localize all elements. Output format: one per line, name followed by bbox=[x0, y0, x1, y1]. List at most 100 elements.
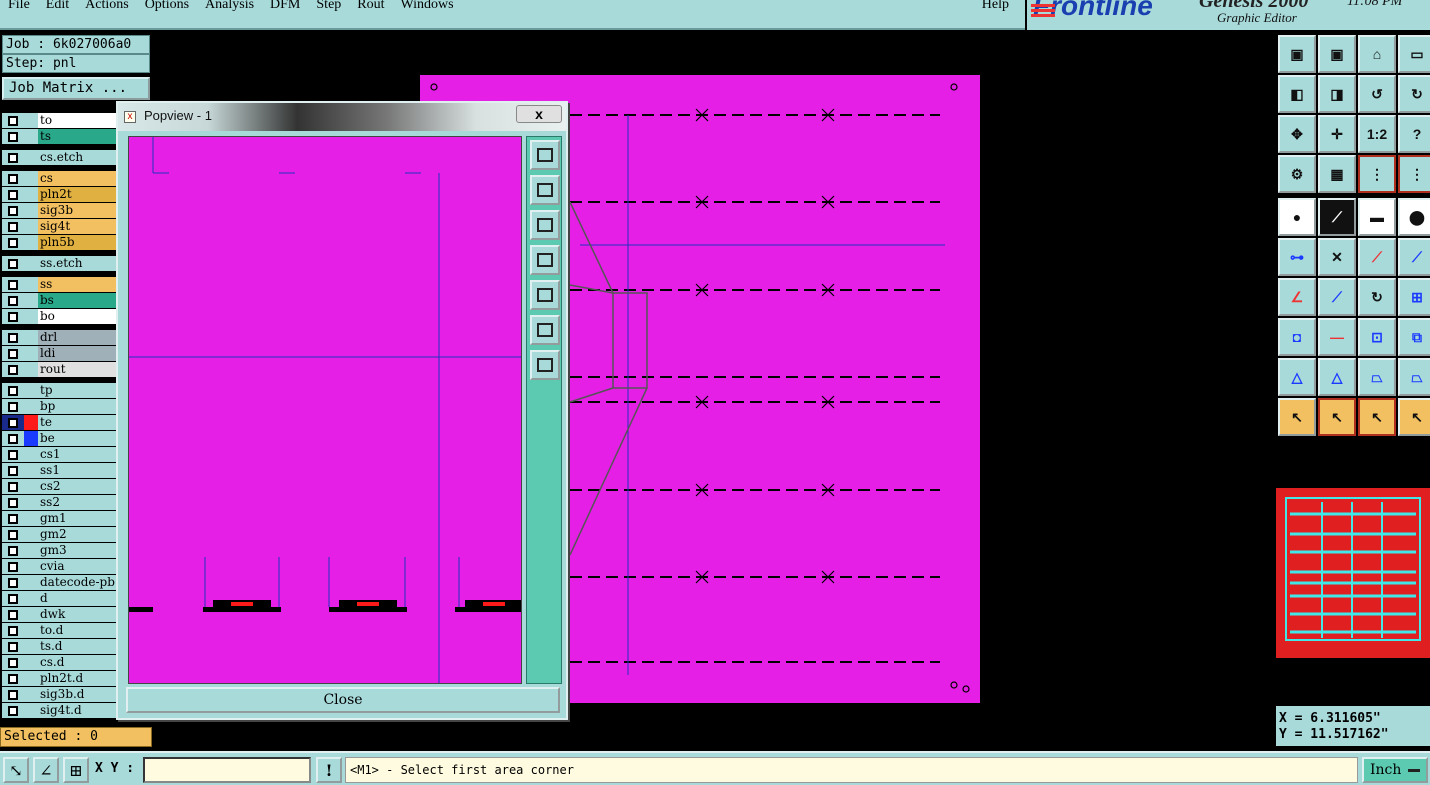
trapezoid-2-icon[interactable]: ⏢ bbox=[1398, 358, 1430, 396]
units-select[interactable]: Inch bbox=[1362, 757, 1428, 783]
pv-pan-up-icon[interactable] bbox=[530, 175, 560, 205]
connect-icon[interactable]: ⊶ bbox=[1278, 238, 1316, 276]
layer-checkbox[interactable] bbox=[2, 256, 24, 271]
layer-checkbox[interactable] bbox=[2, 277, 24, 292]
add-surface-icon[interactable]: ⬤ bbox=[1398, 198, 1430, 236]
select-box-icon[interactable]: ↖ bbox=[1318, 398, 1356, 436]
pv-zoom-window-icon[interactable] bbox=[530, 140, 560, 170]
zoom-center-icon[interactable]: ✛ bbox=[1318, 115, 1356, 153]
layers-toggle-icon[interactable]: ⋮ bbox=[1358, 155, 1396, 193]
settings-icon[interactable]: ⚙ bbox=[1278, 155, 1316, 193]
resize-icon[interactable]: ⊡ bbox=[1358, 318, 1396, 356]
layer-checkbox[interactable] bbox=[2, 235, 24, 250]
layer-checkbox[interactable] bbox=[2, 527, 24, 542]
layer-checkbox[interactable] bbox=[2, 703, 24, 718]
pan-left-icon[interactable]: ◧ bbox=[1278, 75, 1316, 113]
layer-checkbox[interactable] bbox=[2, 591, 24, 606]
layer-checkbox[interactable] bbox=[2, 219, 24, 234]
menu-help[interactable]: Help bbox=[974, 0, 1025, 14]
pv-pan-left-icon[interactable] bbox=[530, 245, 560, 275]
close-window-button[interactable]: x bbox=[516, 105, 562, 123]
layer-checkbox[interactable] bbox=[2, 383, 24, 398]
pan-up-icon[interactable]: ▣ bbox=[1278, 35, 1316, 73]
overview-map[interactable] bbox=[1276, 488, 1430, 658]
job-matrix-button[interactable]: Job Matrix ... bbox=[2, 77, 150, 100]
layer-checkbox[interactable] bbox=[2, 495, 24, 510]
pv-pan-right-icon[interactable] bbox=[530, 280, 560, 310]
layer-checkbox[interactable] bbox=[2, 623, 24, 638]
layer-checkbox[interactable] bbox=[2, 399, 24, 414]
snap-icon[interactable]: ◘ bbox=[1278, 318, 1316, 356]
layer-checkbox[interactable] bbox=[2, 187, 24, 202]
layer-checkbox[interactable] bbox=[2, 431, 24, 446]
xy-input[interactable] bbox=[143, 757, 311, 783]
layer-checkbox[interactable] bbox=[2, 655, 24, 670]
menu-dfm[interactable]: DFM bbox=[262, 0, 308, 14]
triangle-icon[interactable]: △ bbox=[1278, 358, 1316, 396]
transform-icon[interactable]: ⧉ bbox=[1398, 318, 1430, 356]
menu-actions[interactable]: Actions bbox=[77, 0, 137, 14]
layer-checkbox[interactable] bbox=[2, 415, 24, 430]
layer-checkbox[interactable] bbox=[2, 362, 24, 377]
pan-right-icon[interactable]: ◨ bbox=[1318, 75, 1356, 113]
pv-zoom-fit-icon[interactable] bbox=[530, 315, 560, 345]
select-net-icon[interactable]: ↖ bbox=[1398, 398, 1430, 436]
angle-mode-icon[interactable]: ∠ bbox=[33, 757, 59, 783]
menu-file[interactable]: File bbox=[0, 0, 38, 14]
redo-zoom-icon[interactable]: ↻ bbox=[1398, 75, 1430, 113]
alert-button[interactable]: ! bbox=[316, 757, 342, 783]
layer-checkbox[interactable] bbox=[2, 203, 24, 218]
add-line-icon[interactable]: ⟋ bbox=[1318, 198, 1356, 236]
pv-zoom-in-icon[interactable] bbox=[530, 350, 560, 380]
layer-checkbox[interactable] bbox=[2, 575, 24, 590]
layer-checkbox[interactable] bbox=[2, 330, 24, 345]
layer-checkbox[interactable] bbox=[2, 671, 24, 686]
layer-checkbox[interactable] bbox=[2, 129, 24, 144]
layer-checkbox[interactable] bbox=[2, 639, 24, 654]
menu-analysis[interactable]: Analysis bbox=[197, 0, 262, 14]
popview-titlebar[interactable]: x Popview - 1 x bbox=[118, 103, 566, 131]
layer-checkbox[interactable] bbox=[2, 543, 24, 558]
angle-icon[interactable]: ∠ bbox=[1278, 278, 1316, 316]
layer-checkbox[interactable] bbox=[2, 479, 24, 494]
mirror-icon[interactable]: ⊞ bbox=[1398, 278, 1430, 316]
select-arrow-icon[interactable]: ↖ bbox=[1278, 398, 1316, 436]
delete-icon[interactable]: ✕ bbox=[1318, 238, 1356, 276]
layer-checkbox[interactable] bbox=[2, 559, 24, 574]
layer-checkbox[interactable] bbox=[2, 171, 24, 186]
menu-options[interactable]: Options bbox=[137, 0, 197, 14]
layer-checkbox[interactable] bbox=[2, 113, 24, 128]
snap-mode-icon[interactable]: ⤡ bbox=[3, 757, 29, 783]
move-icon[interactable]: ⟋ bbox=[1358, 238, 1396, 276]
grid-icon[interactable]: ▦ bbox=[1318, 155, 1356, 193]
layer-checkbox[interactable] bbox=[2, 447, 24, 462]
layer-checkbox[interactable] bbox=[2, 511, 24, 526]
trapezoid-icon[interactable]: ⏢ bbox=[1358, 358, 1396, 396]
pan-down-icon[interactable]: ▣ bbox=[1318, 35, 1356, 73]
menu-rout[interactable]: Rout bbox=[349, 0, 392, 14]
measure-icon[interactable]: ▬ bbox=[1358, 198, 1396, 236]
layer-checkbox[interactable] bbox=[2, 463, 24, 478]
layer-checkbox[interactable] bbox=[2, 607, 24, 622]
layer-checkbox[interactable] bbox=[2, 309, 24, 324]
menu-edit[interactable]: Edit bbox=[38, 0, 77, 14]
popview-close-button[interactable]: Close bbox=[126, 687, 560, 713]
pv-pan-down-icon[interactable] bbox=[530, 210, 560, 240]
ratio-icon[interactable]: 1:2 bbox=[1358, 115, 1396, 153]
grid-snap-icon[interactable]: ⊞ bbox=[63, 757, 89, 783]
select-lasso-icon[interactable]: ↖ bbox=[1358, 398, 1396, 436]
help-icon[interactable]: ? bbox=[1398, 115, 1430, 153]
arc-icon[interactable]: ↻ bbox=[1358, 278, 1396, 316]
triangle-2-icon[interactable]: △ bbox=[1318, 358, 1356, 396]
add-pad-icon[interactable]: ● bbox=[1278, 198, 1316, 236]
split-icon[interactable]: — bbox=[1318, 318, 1356, 356]
layer-checkbox[interactable] bbox=[2, 346, 24, 361]
menu-step[interactable]: Step bbox=[308, 0, 349, 14]
menu-windows[interactable]: Windows bbox=[393, 0, 462, 14]
layer-checkbox[interactable] bbox=[2, 150, 24, 165]
layer-checkbox[interactable] bbox=[2, 293, 24, 308]
line-tool-icon[interactable]: ⟋ bbox=[1318, 278, 1356, 316]
undo-zoom-icon[interactable]: ↺ bbox=[1358, 75, 1396, 113]
copy-icon[interactable]: ⟋ bbox=[1398, 238, 1430, 276]
zoom-fit-icon[interactable]: ✥ bbox=[1278, 115, 1316, 153]
